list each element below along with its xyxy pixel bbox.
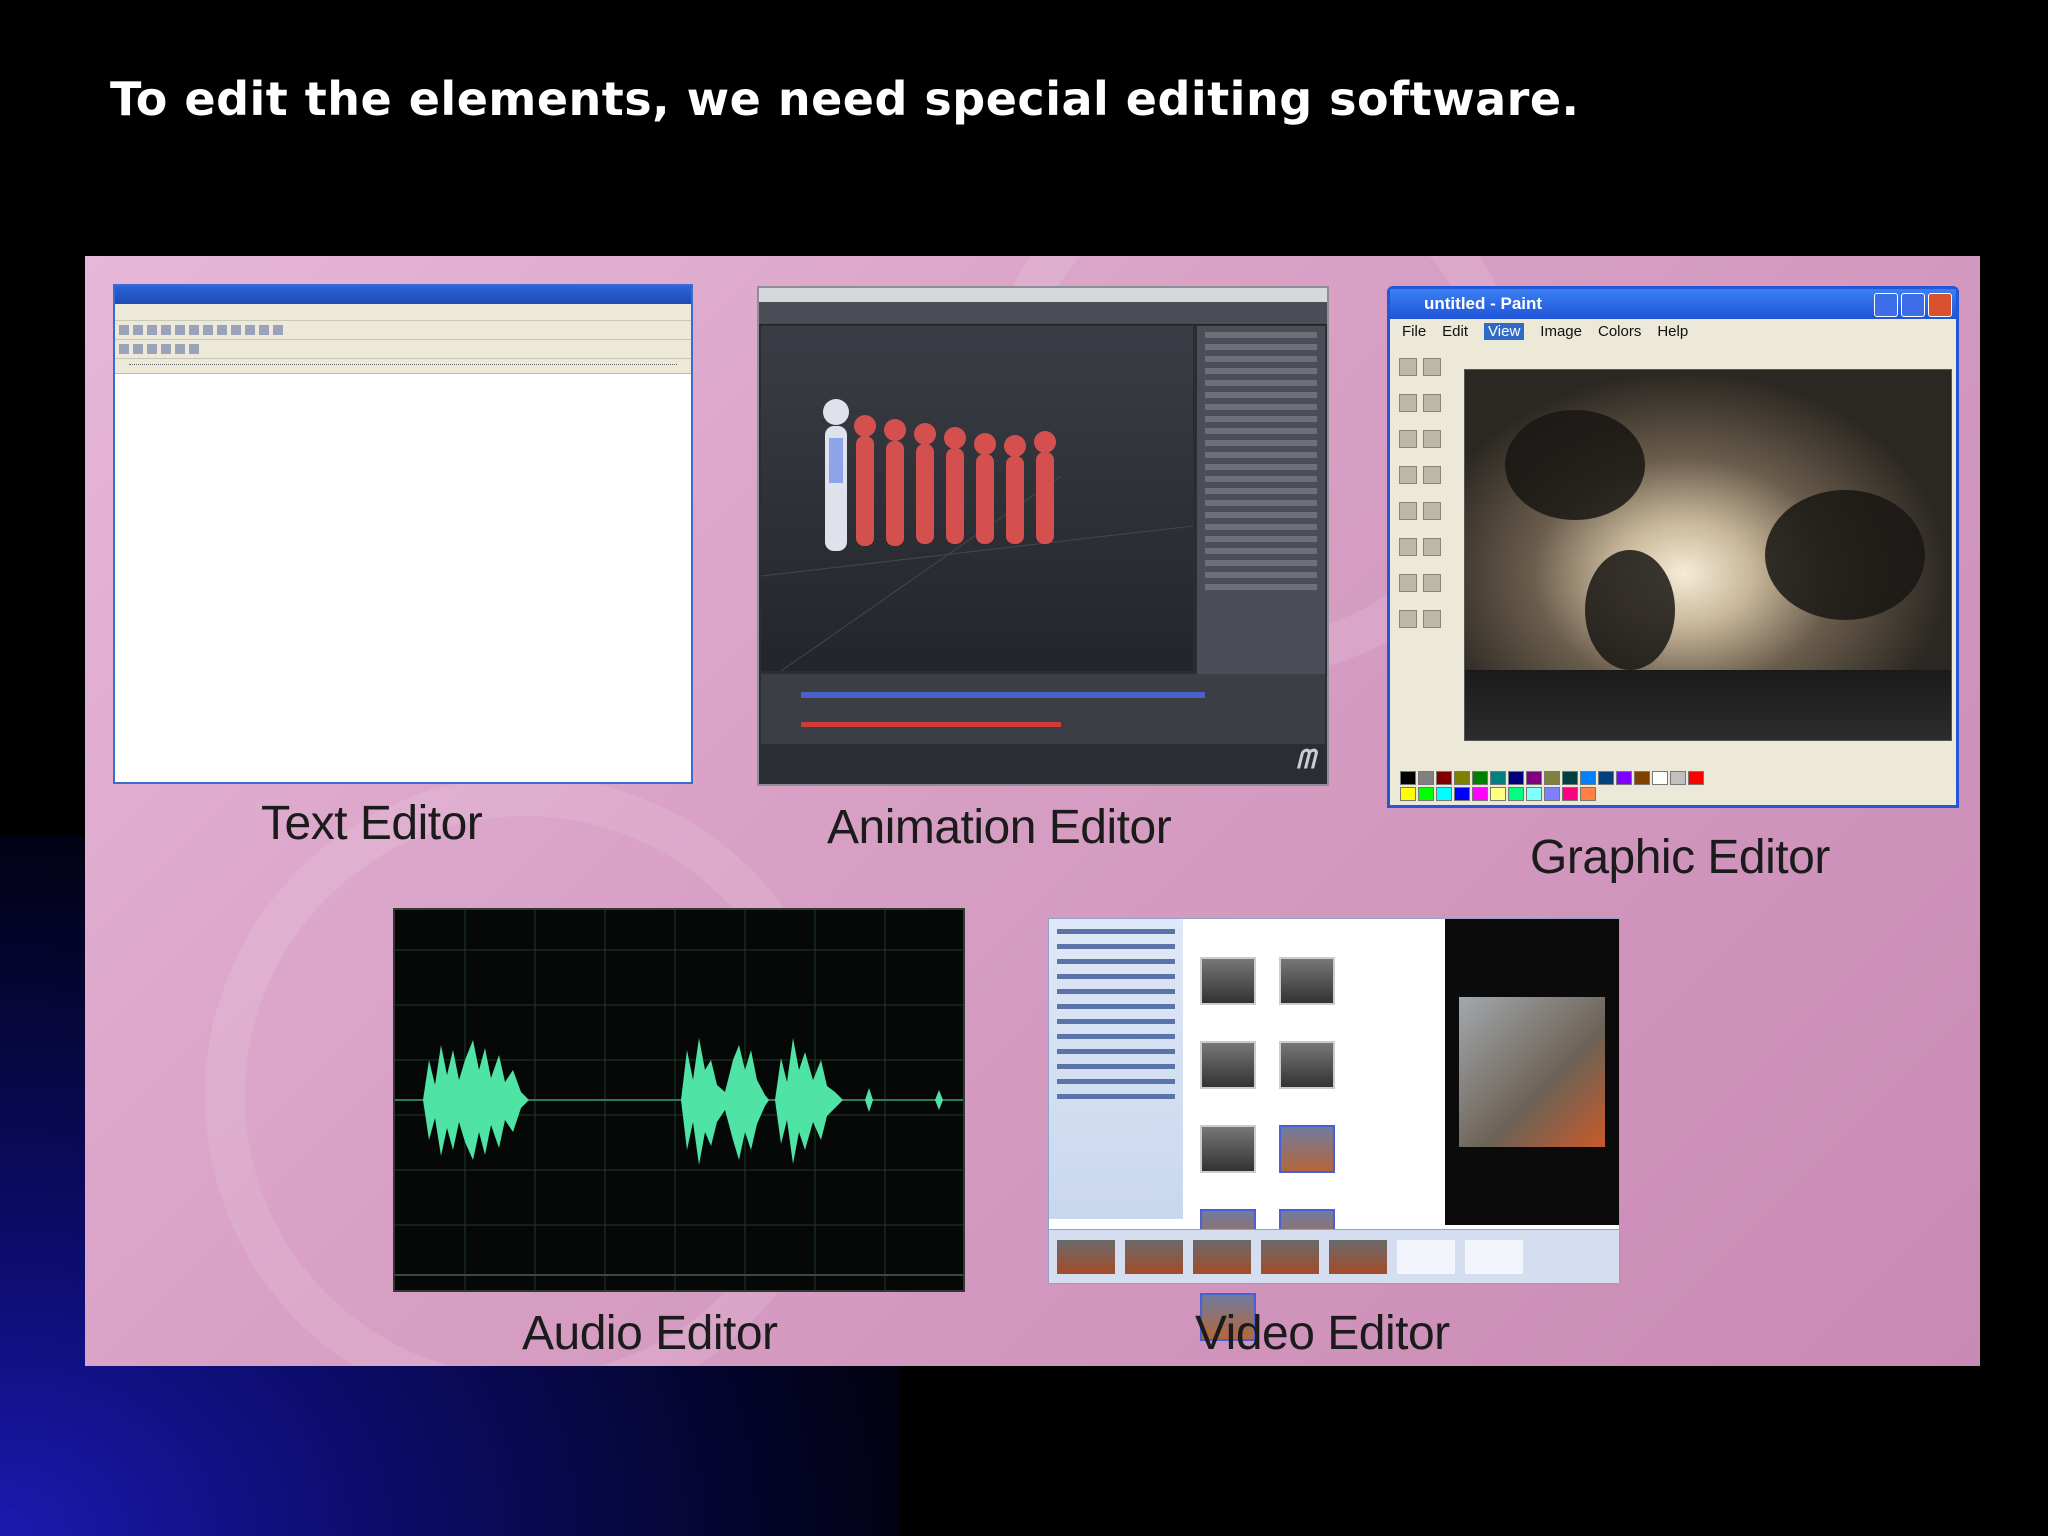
video-clip-thumbnail [1279,1125,1336,1173]
anim-title-bar [759,288,1327,302]
video-clip-thumbnail [1279,957,1336,1005]
video-editor-caption: Video Editor [1195,1307,1450,1360]
anim-logo-watermark: ᗰ [1296,745,1315,775]
palette-swatch [1634,771,1650,785]
paint-menu-bar: File Edit View Image Colors Help [1390,319,1956,343]
word-title-bar [115,286,691,304]
palette-swatch [1436,771,1452,785]
paint-color-palette [1400,771,1720,801]
audio-editor-screenshot [393,908,965,1292]
palette-swatch [1490,771,1506,785]
palette-swatch [1454,787,1470,801]
video-storyboard [1049,1229,1619,1283]
anim-properties-panel [1197,326,1325,706]
palette-swatch [1454,771,1470,785]
video-tasks-pane [1049,919,1183,1219]
palette-swatch [1436,787,1452,801]
palette-swatch [1400,787,1416,801]
audio-editor-caption: Audio Editor [522,1307,778,1360]
anim-timeline [761,674,1325,744]
video-clip-thumbnail [1200,1041,1256,1089]
anim-3d-viewport [760,326,1194,672]
video-preview-frame [1459,997,1605,1147]
video-collection-grid [1191,949,1421,1366]
animation-editor-caption: Animation Editor [827,801,1172,854]
paint-menu-image: Image [1540,322,1582,340]
video-clip-thumbnail [1200,957,1256,1005]
factory-skyline [1465,670,1951,740]
animation-editor-screenshot: ᗰ [757,286,1329,786]
video-preview-monitor [1445,919,1619,1225]
paint-menu-help: Help [1657,322,1689,340]
palette-swatch [1598,771,1614,785]
palette-swatch [1688,771,1704,785]
paint-toolbox [1396,351,1446,731]
word-menu-bar [115,304,691,320]
paint-menu-colors: Colors [1597,322,1642,340]
palette-swatch [1508,771,1524,785]
palette-swatch [1472,787,1488,801]
slide-title: To edit the elements, we need special ed… [110,72,1580,126]
palette-swatch [1508,787,1524,801]
animated-figures-illustration [760,399,1194,672]
video-editor-screenshot [1048,918,1620,1341]
close-icon [1928,293,1952,317]
palette-swatch [1580,771,1596,785]
anim-toolbar [759,302,1327,325]
paint-menu-view: View [1484,322,1525,340]
minimize-icon [1874,293,1898,317]
palette-swatch [1544,771,1560,785]
palette-swatch [1526,787,1542,801]
paint-menu-edit: Edit [1442,322,1469,340]
palette-swatch [1562,771,1578,785]
paint-title-bar: untitled - Paint [1390,289,1956,319]
palette-swatch [1490,787,1506,801]
graphic-editor-caption: Graphic Editor [1530,831,1830,884]
palette-swatch [1580,787,1596,801]
text-editor-screenshot [113,284,693,784]
word-ruler [115,358,691,374]
palette-swatch [1418,787,1434,801]
graphic-editor-screenshot: untitled - Paint File Edit View Image Co… [1387,286,1959,808]
palette-swatch [1544,787,1560,801]
palette-swatch [1418,771,1434,785]
paint-menu-file: File [1402,322,1427,340]
word-document-area [123,374,691,782]
audio-waveform [395,910,963,1290]
editors-panel: Text Editor ᗰ Animation Editor untitled … [85,256,1980,1366]
paint-window-title: untitled - Paint [1424,294,1543,313]
palette-swatch [1670,771,1686,785]
word-toolbar [115,320,691,339]
video-clip-thumbnail [1200,1125,1256,1173]
word-format-toolbar [115,339,691,358]
palette-swatch [1400,771,1416,785]
video-clip-thumbnail [1279,1041,1336,1089]
palette-swatch [1616,771,1632,785]
maximize-icon [1901,293,1925,317]
text-editor-caption: Text Editor [261,797,483,850]
palette-swatch [1472,771,1488,785]
palette-swatch [1526,771,1542,785]
palette-swatch [1562,787,1578,801]
palette-swatch [1652,771,1668,785]
paint-canvas-photo [1464,369,1952,741]
